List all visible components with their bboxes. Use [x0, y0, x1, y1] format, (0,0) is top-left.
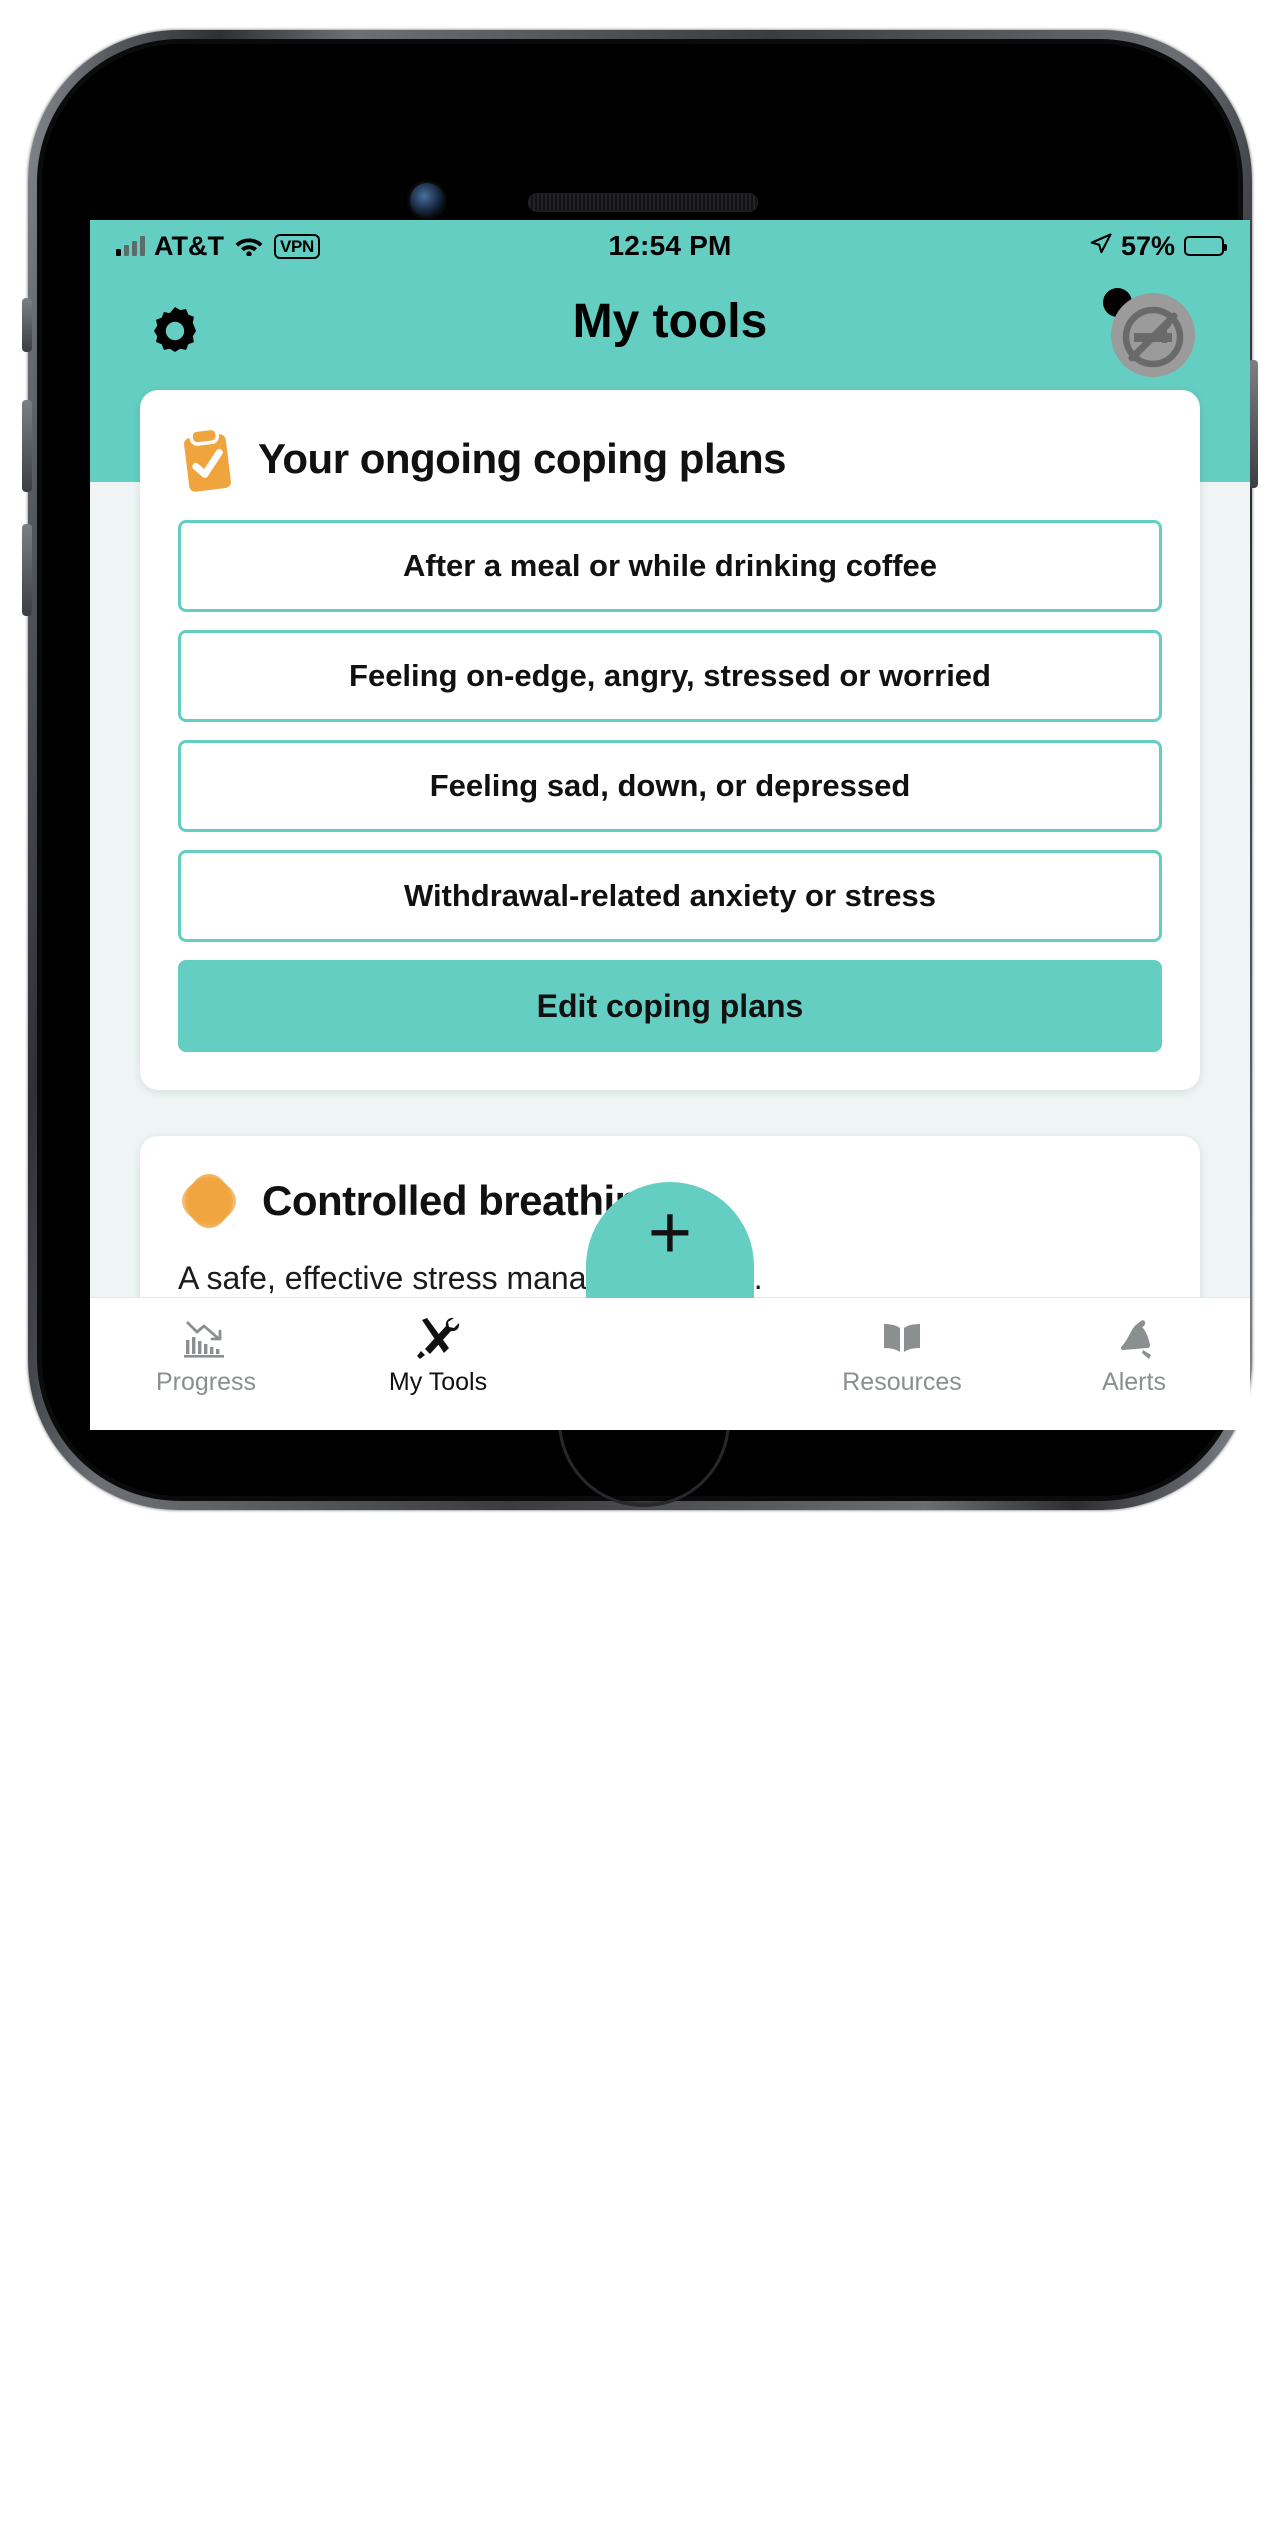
carrier-label: AT&T — [154, 230, 224, 261]
tab-label-my-tools: My Tools — [388, 1368, 488, 1396]
bell-icon — [1110, 1314, 1158, 1362]
page-title: My tools — [572, 295, 768, 348]
tab-progress[interactable]: Progress — [90, 1298, 322, 1397]
tab-label-progress: Progress — [155, 1368, 257, 1396]
coping-plan-item[interactable]: Withdrawal-related anxiety or stress — [178, 850, 1162, 942]
tab-my-tools[interactable]: My Tools — [322, 1298, 554, 1397]
status-time: 12:54 PM — [608, 230, 732, 261]
front-camera-icon — [410, 183, 444, 217]
earpiece-speaker — [528, 193, 758, 212]
chart-decline-icon — [182, 1314, 230, 1362]
volume-down-button[interactable] — [22, 524, 32, 616]
orange-blob-icon — [178, 1170, 240, 1232]
wifi-icon — [233, 232, 265, 261]
coping-plan-item[interactable]: Feeling on-edge, angry, stressed or worr… — [178, 630, 1162, 722]
coping-card-title: Your ongoing coping plans — [258, 435, 787, 482]
phone-device: AT&T VPN 12:54 PM 57% My tools Your ongo… — [22, 30, 1258, 1510]
no-smoking-status-button[interactable] — [1108, 290, 1198, 380]
coping-plan-label: After a meal or while drinking coffee — [402, 548, 937, 584]
mute-switch[interactable] — [22, 298, 32, 352]
battery-percent-label: 57% — [1120, 230, 1175, 261]
coping-plan-item[interactable]: After a meal or while drinking coffee — [178, 520, 1162, 612]
app-screen: AT&T VPN 12:54 PM 57% My tools Your ongo… — [90, 220, 1250, 1430]
coping-plan-label: Withdrawal-related anxiety or stress — [403, 878, 937, 914]
coping-plans-card: Your ongoing coping plans After a meal o… — [140, 390, 1200, 1090]
bottom-tab-bar: Progress My Tools + Resources Alerts — [90, 1182, 1250, 1430]
coping-plan-label: Feeling sad, down, or depressed — [429, 768, 911, 804]
volume-up-button[interactable] — [22, 400, 32, 492]
status-bar: AT&T VPN 12:54 PM 57% — [90, 220, 1250, 272]
vpn-badge: VPN — [273, 233, 321, 259]
navigation-bar: My tools — [90, 272, 1250, 390]
tab-resources[interactable]: Resources — [786, 1298, 1018, 1397]
tab-alerts[interactable]: Alerts — [1018, 1298, 1250, 1397]
signal-bars-icon — [116, 236, 145, 256]
clipboard-check-icon — [178, 424, 236, 494]
edit-coping-plans-button[interactable]: Edit coping plans — [178, 960, 1162, 1052]
plus-icon: + — [647, 1190, 693, 1275]
edit-coping-plans-label: Edit coping plans — [536, 987, 804, 1024]
coping-plan-item[interactable]: Feeling sad, down, or depressed — [178, 740, 1162, 832]
coping-card-header: Your ongoing coping plans — [178, 424, 1162, 494]
coping-plan-label: Feeling on-edge, angry, stressed or worr… — [349, 658, 991, 694]
location-arrow-icon — [1090, 232, 1112, 260]
tab-label-resources: Resources — [842, 1368, 962, 1396]
battery-icon — [1184, 236, 1227, 256]
open-book-icon — [878, 1314, 926, 1362]
tools-icon — [414, 1314, 462, 1362]
tab-label-alerts: Alerts — [1102, 1368, 1166, 1396]
coping-plan-list: After a meal or while drinking coffee Fee… — [178, 520, 1162, 942]
